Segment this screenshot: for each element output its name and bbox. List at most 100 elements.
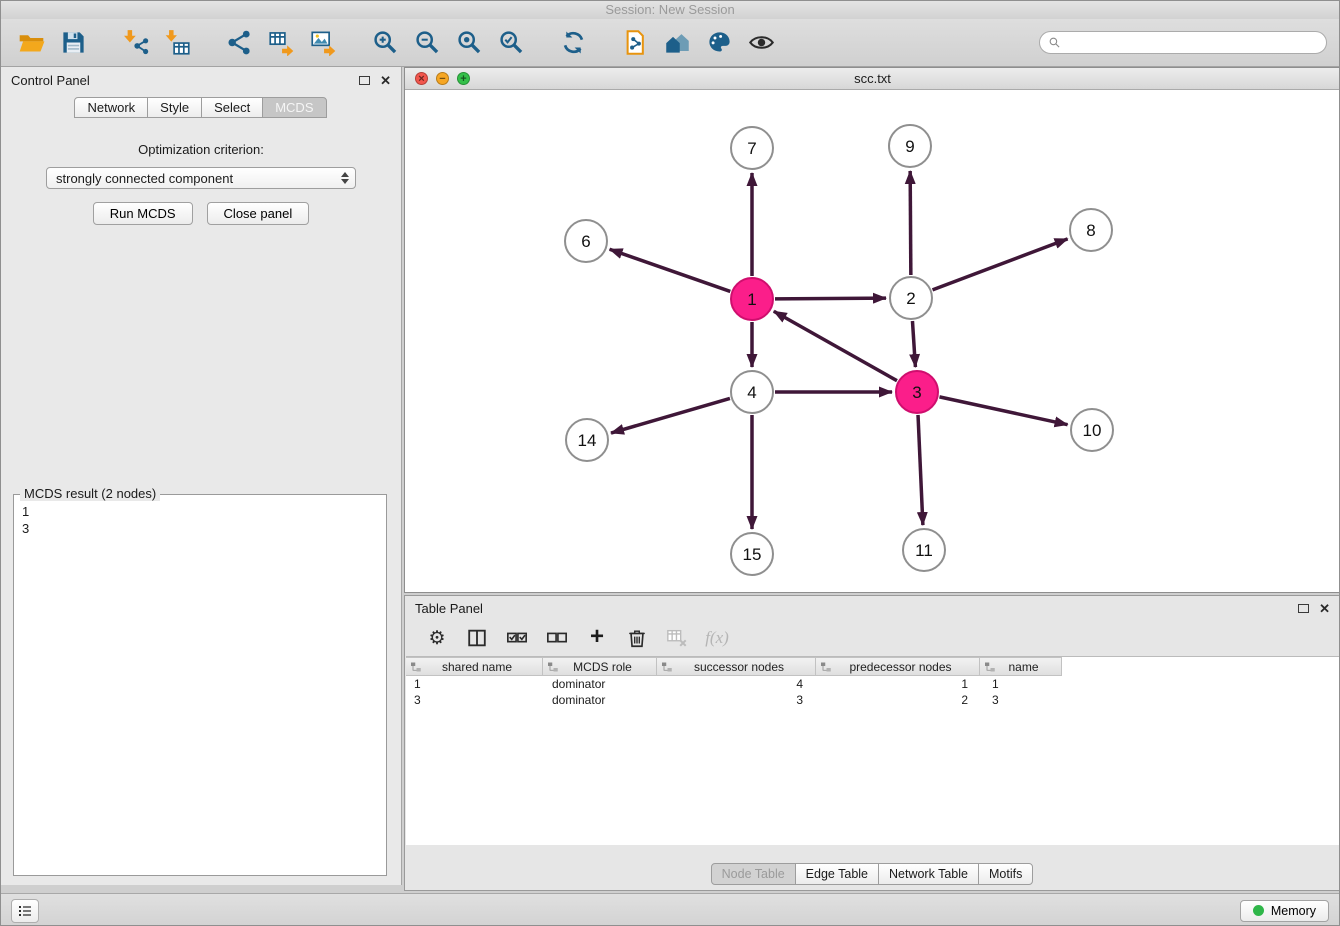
close-panel-button[interactable]: Close panel: [207, 202, 310, 225]
graph-node-1[interactable]: 1: [731, 278, 773, 320]
style-palette-icon[interactable]: [701, 25, 737, 61]
table-tabs: Node TableEdge TableNetwork TableMotifs: [405, 863, 1340, 885]
column-header-icon: [661, 661, 673, 673]
cell-shared-name[interactable]: 1: [406, 676, 544, 692]
clone-network-icon[interactable]: [617, 25, 653, 61]
column-header-name[interactable]: name: [979, 657, 1062, 676]
status-bar: Memory: [1, 893, 1339, 926]
graph-node-4[interactable]: 4: [731, 371, 773, 413]
optimization-criterion-select[interactable]: strongly connected component: [46, 167, 356, 189]
cell-predecessor-nodes[interactable]: 2: [819, 692, 984, 708]
zoom-fit-icon[interactable]: [451, 25, 487, 61]
graph-node-8[interactable]: 8: [1070, 209, 1112, 251]
close-panel-icon[interactable]: ✕: [380, 74, 391, 87]
zoom-in-icon[interactable]: [367, 25, 403, 61]
tab-node-table[interactable]: Node Table: [711, 863, 796, 885]
graph-edge-2-9[interactable]: [910, 171, 911, 275]
table-panel: Table Panel ✕ ⚙+f(x) shared nameMCDS rol…: [404, 595, 1340, 891]
graph-edge-4-14[interactable]: [611, 398, 730, 433]
graph-node-7[interactable]: 7: [731, 127, 773, 169]
cell-mcds-role[interactable]: dominator: [544, 676, 659, 692]
tab-network-table[interactable]: Network Table: [878, 863, 979, 885]
graph-node-10[interactable]: 10: [1071, 409, 1113, 451]
task-history-button[interactable]: [11, 899, 39, 923]
svg-text:6: 6: [581, 232, 590, 251]
svg-text:3: 3: [912, 383, 921, 402]
svg-text:11: 11: [915, 541, 933, 560]
show-columns-icon[interactable]: [461, 623, 493, 653]
import-table-icon[interactable]: [159, 25, 195, 61]
tab-motifs[interactable]: Motifs: [978, 863, 1033, 885]
search-box[interactable]: [1039, 31, 1327, 54]
open-file-icon[interactable]: [13, 25, 49, 61]
mcds-result-title: MCDS result (2 nodes): [20, 486, 160, 501]
tab-style[interactable]: Style: [147, 97, 202, 118]
minimize-window-icon[interactable]: −: [436, 72, 449, 85]
table-row[interactable]: 3dominator323: [406, 692, 1339, 708]
show-hide-icon[interactable]: [743, 25, 779, 61]
float-table-panel-icon[interactable]: [1298, 604, 1309, 613]
tab-select[interactable]: Select: [201, 97, 263, 118]
column-header-shared-name[interactable]: shared name: [406, 657, 543, 676]
table-body: 1dominator4113dominator323: [406, 676, 1339, 708]
cell-name[interactable]: 3: [984, 692, 1067, 708]
table-row[interactable]: 1dominator411: [406, 676, 1339, 692]
control-panel-title: Control Panel: [11, 73, 90, 88]
svg-text:10: 10: [1083, 421, 1102, 440]
save-session-icon[interactable]: [55, 25, 91, 61]
cell-mcds-role[interactable]: dominator: [544, 692, 659, 708]
graph-node-9[interactable]: 9: [889, 125, 931, 167]
zoom-out-icon[interactable]: [409, 25, 445, 61]
graph-edge-2-3[interactable]: [912, 321, 915, 367]
graph-edge-1-2[interactable]: [775, 298, 886, 299]
cell-name[interactable]: 1: [984, 676, 1067, 692]
column-header-predecessor-nodes[interactable]: predecessor nodes: [815, 657, 980, 676]
export-table-icon[interactable]: [263, 25, 299, 61]
graph-edge-2-8[interactable]: [933, 239, 1068, 290]
home-icon[interactable]: [659, 25, 695, 61]
mcds-result-node: 1: [22, 503, 378, 520]
delete-columns-icon[interactable]: [621, 623, 653, 653]
refresh-icon[interactable]: [555, 25, 591, 61]
memory-button[interactable]: Memory: [1240, 900, 1329, 922]
tab-edge-table[interactable]: Edge Table: [795, 863, 879, 885]
close-table-panel-icon[interactable]: ✕: [1319, 602, 1330, 615]
table-settings-icon[interactable]: ⚙: [421, 623, 453, 653]
column-header-mcds-role[interactable]: MCDS role: [542, 657, 657, 676]
float-panel-icon[interactable]: [359, 76, 370, 85]
graph-edge-3-11[interactable]: [918, 415, 923, 525]
run-mcds-button[interactable]: Run MCDS: [93, 202, 193, 225]
export-image-icon[interactable]: [305, 25, 341, 61]
cell-successor-nodes[interactable]: 3: [659, 692, 819, 708]
graph-node-3[interactable]: 3: [896, 371, 938, 413]
graph-node-14[interactable]: 14: [566, 419, 608, 461]
close-window-icon[interactable]: ×: [415, 72, 428, 85]
control-panel-header: Control Panel ✕: [1, 67, 401, 93]
unselect-all-columns-icon[interactable]: [541, 623, 573, 653]
graph-node-11[interactable]: 11: [903, 529, 945, 571]
network-canvas[interactable]: 7 9 6 8 1 2 4 3 14 10 15 11: [405, 90, 1340, 592]
cell-shared-name[interactable]: 3: [406, 692, 544, 708]
graph-node-2[interactable]: 2: [890, 277, 932, 319]
create-column-icon[interactable]: +: [581, 623, 613, 653]
zoom-window-icon[interactable]: +: [457, 72, 470, 85]
svg-text:9: 9: [905, 137, 914, 156]
cell-successor-nodes[interactable]: 4: [659, 676, 819, 692]
import-network-icon[interactable]: [117, 25, 153, 61]
tab-mcds[interactable]: MCDS: [262, 97, 326, 118]
new-network-icon[interactable]: [221, 25, 257, 61]
graph-node-15[interactable]: 15: [731, 533, 773, 575]
zoom-selected-icon[interactable]: [493, 25, 529, 61]
graph-edge-3-1[interactable]: [774, 311, 897, 380]
control-panel-tabs: NetworkStyleSelectMCDS: [1, 97, 401, 118]
graph-edge-3-10[interactable]: [939, 397, 1067, 425]
select-all-columns-icon[interactable]: [501, 623, 533, 653]
column-header-successor-nodes[interactable]: successor nodes: [656, 657, 816, 676]
dropdown-arrows-icon: [341, 172, 349, 184]
graph-node-6[interactable]: 6: [565, 220, 607, 262]
cell-predecessor-nodes[interactable]: 1: [819, 676, 984, 692]
search-input[interactable]: [1066, 35, 1318, 50]
network-window-title: scc.txt: [854, 71, 891, 86]
tab-network[interactable]: Network: [74, 97, 148, 118]
graph-edge-1-6[interactable]: [610, 249, 731, 291]
